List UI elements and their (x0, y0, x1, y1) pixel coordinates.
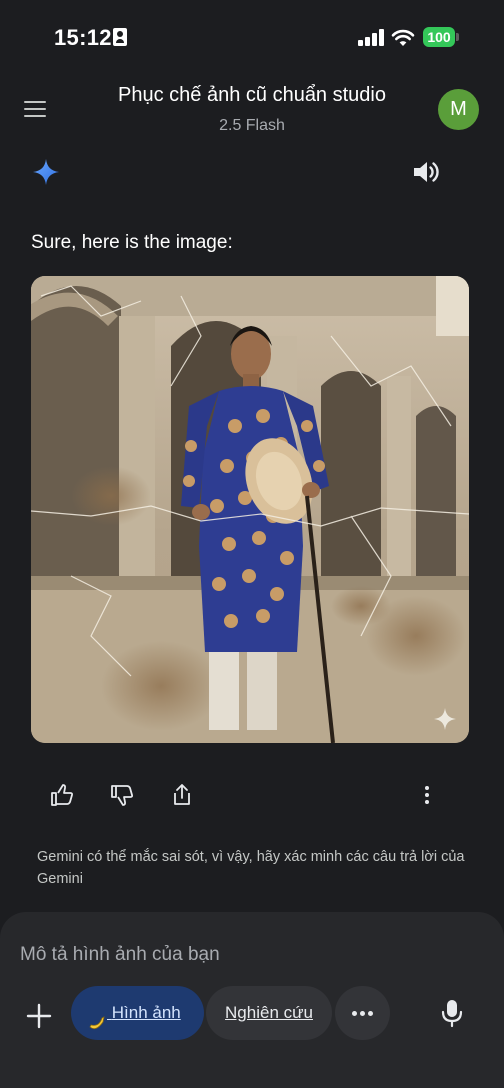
more-horiz-icon[interactable] (335, 986, 390, 1040)
battery-icon: 100 (423, 27, 459, 47)
banana-icon (87, 1002, 107, 1029)
composer: Hình ảnh Nghiên cứu (0, 912, 504, 1088)
wifi-icon (391, 29, 415, 46)
status-time: 15:12 (54, 25, 112, 50)
plus-icon[interactable] (24, 1001, 54, 1031)
restored-photo-illustration (31, 276, 469, 743)
disclaimer-text: Gemini có thể mắc sai sót, vì vậy, hãy x… (37, 849, 465, 887)
contact-card-icon (113, 28, 127, 46)
response-text: Sure, here is the image: (31, 232, 233, 253)
thumbs-down-icon[interactable] (109, 782, 135, 808)
sparkle-icon (33, 159, 59, 185)
research-tool-label: Nghiên cứu (225, 1003, 313, 1022)
battery-level: 100 (423, 27, 455, 47)
avatar[interactable]: M (438, 89, 479, 130)
model-label[interactable]: 2.5 Flash (0, 117, 504, 135)
image-tool-chip[interactable]: Hình ảnh (71, 986, 204, 1040)
generated-image[interactable] (31, 276, 469, 743)
more-vert-icon[interactable] (414, 782, 440, 808)
image-tool-label: Hình ảnh (111, 1003, 181, 1022)
research-tool-chip[interactable]: Nghiên cứu (206, 986, 332, 1040)
share-icon[interactable] (169, 782, 195, 808)
cellular-signal-icon (358, 29, 384, 46)
status-bar: 15:12 100 (0, 0, 504, 72)
prompt-input[interactable] (20, 944, 480, 966)
watermark-sparkle-icon (434, 708, 456, 730)
thumbs-up-icon[interactable] (49, 782, 75, 808)
mic-icon[interactable] (438, 998, 466, 1028)
chat-title[interactable]: Phục chế ảnh cũ chuẩn studio (0, 84, 504, 107)
speaker-icon[interactable] (411, 158, 441, 186)
